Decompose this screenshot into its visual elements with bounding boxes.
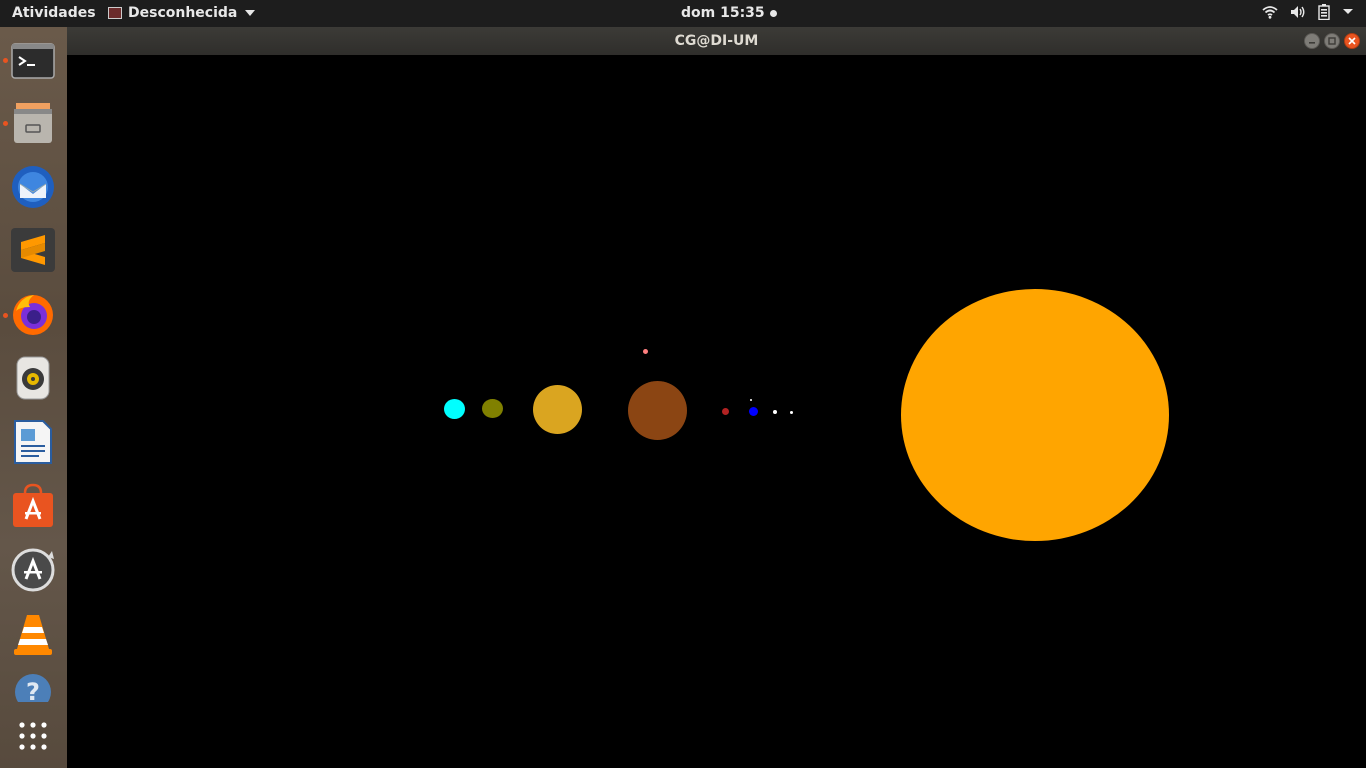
notification-dot-icon (769, 9, 777, 17)
neptune (444, 399, 465, 419)
system-tray[interactable] (1262, 4, 1354, 20)
close-button[interactable] (1344, 33, 1360, 49)
wifi-icon (1262, 5, 1278, 19)
dock-sublime-icon[interactable] (9, 226, 57, 274)
dock-firefox-icon[interactable] (9, 290, 57, 338)
battery-icon (1318, 4, 1330, 20)
sun (901, 289, 1169, 541)
mars (722, 408, 729, 415)
app-menu-label: Desconhecida (128, 5, 238, 21)
clock[interactable]: dom 15:35 (681, 5, 777, 21)
venus (773, 410, 777, 414)
minimize-icon (1309, 42, 1315, 44)
running-indicator (3, 121, 8, 126)
top-bar: Atividades Desconhecida dom 15:35 (0, 0, 1366, 27)
dock-updater-icon[interactable] (9, 546, 57, 594)
render-canvas[interactable] (67, 55, 1366, 768)
app-menu[interactable]: Desconhecida (108, 5, 256, 21)
system-menu-caret-icon (1342, 8, 1354, 16)
dock-terminal-icon[interactable] (9, 37, 57, 85)
dock-writer-icon[interactable] (9, 418, 57, 466)
dock-vlc-icon[interactable] (9, 610, 57, 658)
dock-software-icon[interactable] (9, 482, 57, 530)
window-controls (1304, 33, 1360, 49)
chevron-down-icon (245, 10, 256, 16)
svg-text:?: ? (26, 678, 40, 702)
uranus (482, 399, 503, 418)
saturn (533, 385, 582, 434)
window-titlebar[interactable]: CG@DI-UM (67, 27, 1366, 55)
earth (749, 407, 758, 416)
volume-icon (1290, 5, 1306, 19)
dock-help-icon[interactable]: ? (9, 672, 57, 702)
show-applications-icon[interactable] (9, 712, 57, 760)
dock-rhythmbox-icon[interactable] (9, 354, 57, 402)
jupiter (628, 381, 687, 440)
close-icon (1348, 37, 1356, 45)
maximize-icon (1328, 37, 1336, 45)
dock: ? (0, 27, 67, 768)
mercury (790, 411, 793, 414)
jupiter-moon (643, 349, 648, 354)
running-indicator (3, 58, 8, 63)
running-indicator (3, 313, 8, 318)
minimize-button[interactable] (1304, 33, 1320, 49)
app-menu-icon (108, 7, 122, 19)
activities-button[interactable]: Atividades (12, 5, 96, 21)
dock-thunderbird-icon[interactable] (9, 163, 57, 211)
clock-label: dom 15:35 (681, 5, 765, 21)
moon (750, 399, 752, 401)
window-title: CG@DI-UM (674, 33, 759, 49)
maximize-button[interactable] (1324, 33, 1340, 49)
dock-files-icon[interactable] (9, 99, 57, 147)
